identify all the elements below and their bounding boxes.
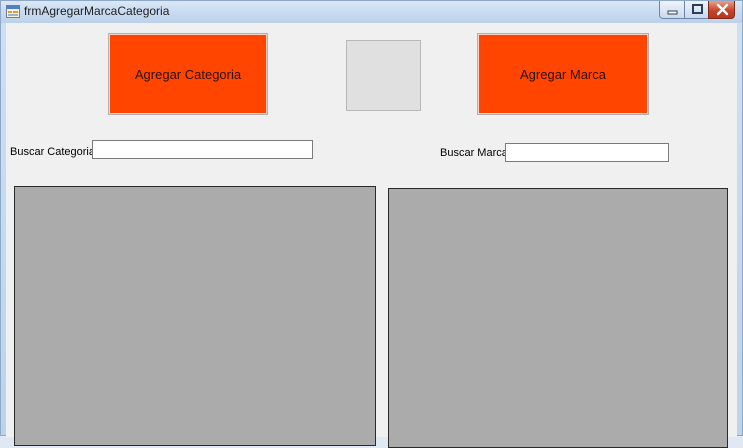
minimize-button[interactable] bbox=[659, 1, 685, 19]
marcas-grid[interactable] bbox=[388, 188, 728, 448]
form-icon bbox=[6, 5, 20, 18]
buscar-categoria-label: Buscar Categoria bbox=[10, 146, 95, 158]
agregar-marca-button[interactable]: Agregar Marca bbox=[477, 33, 649, 115]
close-button[interactable] bbox=[708, 1, 735, 19]
title-bar[interactable]: frmAgregarMarcaCategoria bbox=[1, 1, 742, 23]
buscar-categoria-input[interactable] bbox=[92, 140, 313, 159]
agregar-categoria-button[interactable]: Agregar Categoria bbox=[108, 33, 268, 115]
categorias-grid[interactable] bbox=[14, 186, 376, 446]
maximize-icon bbox=[692, 4, 703, 14]
form-client-area: Agregar Categoria Agregar Marca Buscar C… bbox=[6, 23, 737, 448]
buscar-marca-label: Buscar Marca bbox=[440, 147, 508, 159]
maximize-button[interactable] bbox=[684, 1, 709, 19]
minimize-icon bbox=[667, 10, 678, 15]
window-title: frmAgregarMarcaCategoria bbox=[24, 4, 170, 18]
app-window: frmAgregarMarcaCategoria Agregar Categor… bbox=[0, 0, 743, 448]
buscar-marca-input[interactable] bbox=[505, 143, 669, 162]
close-icon bbox=[716, 3, 729, 16]
image-preview-box bbox=[346, 40, 421, 111]
